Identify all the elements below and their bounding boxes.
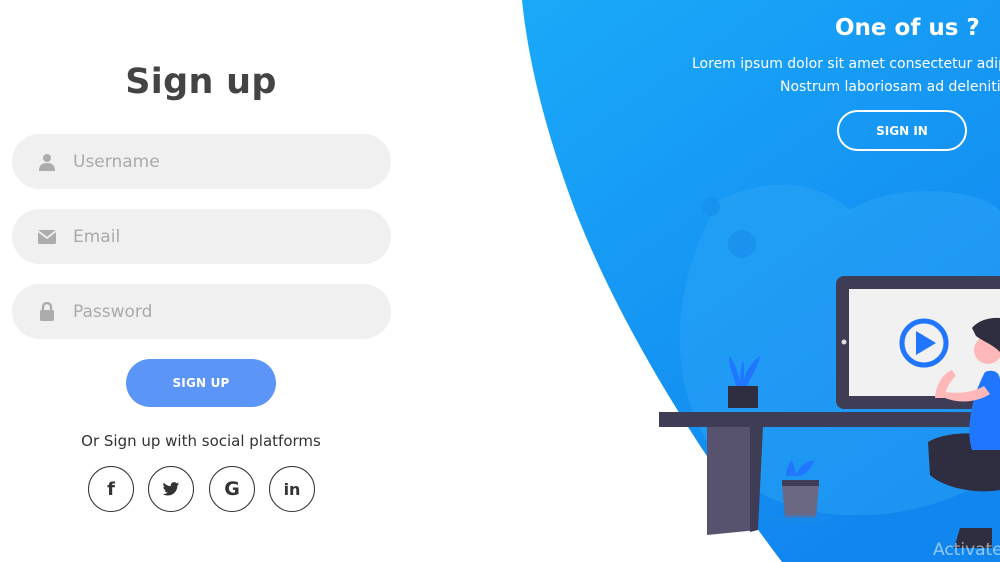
- panel-description-line2: Nostrum laboriosam ad deleniti.: [780, 79, 1000, 95]
- linkedin-icon[interactable]: in: [269, 466, 315, 512]
- user-icon: [35, 150, 59, 174]
- password-input[interactable]: [73, 301, 353, 322]
- panel-title: One of us ?: [835, 15, 980, 41]
- google-icon[interactable]: G: [209, 466, 255, 512]
- signin-panel: One of us ? Lorem ipsum dolor sit amet c…: [600, 0, 1000, 562]
- username-input[interactable]: [73, 151, 353, 172]
- facebook-icon[interactable]: f: [88, 466, 134, 512]
- activate-watermark: Activate: [933, 540, 1000, 560]
- lock-icon: [35, 300, 59, 324]
- twitter-icon[interactable]: [148, 466, 194, 512]
- signup-button[interactable]: SIGN UP: [126, 359, 276, 407]
- panel-description-line1: Lorem ipsum dolor sit amet consectetur a…: [692, 56, 1000, 72]
- email-input[interactable]: [73, 226, 353, 247]
- envelope-icon: [35, 225, 59, 249]
- signin-button[interactable]: SIGN IN: [837, 110, 967, 151]
- email-field[interactable]: [12, 209, 391, 264]
- social-signup-text: Or Sign up with social platforms: [81, 432, 321, 450]
- username-field[interactable]: [12, 134, 391, 189]
- signup-form: Sign up SIGN UP Or Sign up with social p…: [0, 0, 420, 562]
- password-field[interactable]: [12, 284, 391, 339]
- form-title: Sign up: [125, 62, 277, 102]
